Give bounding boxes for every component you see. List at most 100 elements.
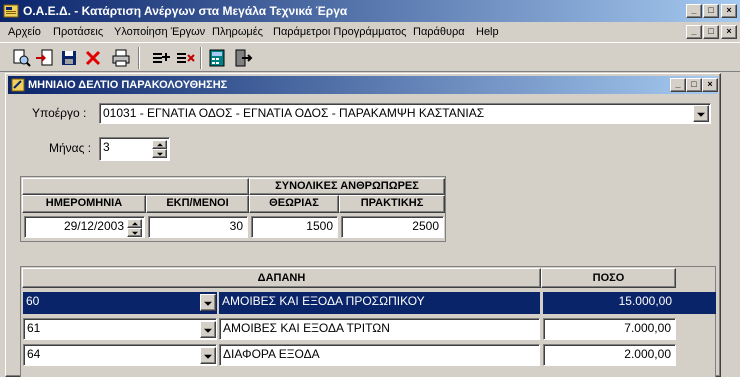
expense-description: ΑΜΟΙΒΕΣ ΚΑΙ ΕΞΟΔΑ ΤΡΙΤΩΝ (219, 318, 540, 340)
header-theory: ΘΕΩΡΙΑΣ (249, 195, 339, 213)
menu-file[interactable]: Αρχείο (8, 26, 41, 38)
form-icon (11, 78, 25, 92)
minimize-button[interactable]: _ (686, 4, 702, 18)
import-icon (36, 49, 53, 66)
app-icon (3, 4, 19, 18)
maximize-icon: □ (708, 5, 714, 15)
minimize-icon: _ (675, 79, 681, 89)
calculator-button[interactable] (206, 47, 228, 69)
menu-windows[interactable]: Παράθυρα (413, 26, 465, 38)
menu-parameters[interactable]: Παράμετροι Προγράμματος (273, 26, 406, 38)
exit-button[interactable] (232, 47, 254, 69)
expense-code-dropdown-button[interactable] (200, 294, 216, 311)
date-field[interactable]: 29/12/2003 (24, 216, 145, 238)
expense-amount[interactable]: 7.000,00 (543, 318, 676, 340)
header-date: ΗΜΕΡΟΜΗΝΙΑ (22, 195, 146, 213)
expense-code-combobox[interactable]: 61 (23, 318, 217, 340)
remove-record-button[interactable] (174, 47, 196, 69)
expense-code-combobox[interactable]: 64 (23, 344, 217, 366)
month-value: 3 (103, 140, 110, 154)
subproject-dropdown-button[interactable] (693, 105, 709, 122)
preview-button[interactable] (10, 47, 32, 69)
form-minimize-button[interactable]: _ (670, 78, 686, 92)
expense-code-dropdown-button[interactable] (200, 347, 216, 364)
month-up-button[interactable] (152, 140, 167, 149)
delete-button[interactable] (82, 47, 104, 69)
child-close-button[interactable]: × (721, 25, 737, 39)
expense-amount[interactable]: 2.000,00 (543, 344, 676, 366)
child-title-bar: ΜΗΝΙΑΙΟ ΔΕΛΤΙΟ ΠΑΡΑΚΟΛΟΥΘΗΣΗΣ _ □ × (8, 76, 718, 94)
menu-implementation[interactable]: Υλοποίηση Έργων (114, 26, 205, 38)
save-icon (62, 51, 76, 65)
practice-hours-field[interactable]: 2500 (341, 216, 444, 238)
chevron-down-icon (204, 328, 212, 333)
add-record-button[interactable] (150, 47, 172, 69)
chevron-up-icon (156, 142, 163, 146)
trainees-field[interactable]: 30 (148, 216, 248, 238)
minimize-icon: _ (691, 5, 697, 15)
header-practice: ΠΡΑΚΤΙΚΗΣ (339, 195, 445, 213)
expense-code-dropdown-button[interactable] (200, 321, 216, 338)
import-button[interactable] (34, 47, 56, 69)
monthly-report-window: ΜΗΝΙΑΙΟ ΔΕΛΤΙΟ ΠΑΡΑΚΟΛΟΥΘΗΣΗΣ _ □ × Υποέ… (5, 73, 721, 377)
theory-hours-field[interactable]: 1500 (251, 216, 338, 238)
chevron-down-icon (697, 112, 705, 117)
form-close-button[interactable]: × (702, 78, 718, 92)
print-button[interactable] (110, 47, 132, 69)
chevron-down-icon (131, 231, 138, 235)
expense-description: ΑΜΟΙΒΕΣ ΚΑΙ ΕΞΟΔΑ ΠΡΟΣΩΠΙΚΟΥ (219, 292, 540, 314)
chevron-down-icon (156, 152, 163, 156)
child-minimize-button[interactable]: _ (686, 25, 702, 39)
selected-row-highlight (676, 292, 716, 314)
menu-proposals[interactable]: Προτάσεις (53, 26, 103, 38)
header-amount: ΠΟΣΟ (541, 268, 676, 288)
date-value: 29/12/2003 (63, 219, 124, 233)
date-up-button[interactable] (127, 219, 142, 228)
subproject-combobox[interactable]: 01031 - ΕΓΝΑΤΙΑ ΟΔΟΣ - ΕΓΝΑΤΙΑ ΟΔΟΣ - ΠΑ… (99, 103, 711, 124)
close-icon: × (726, 5, 732, 15)
app-title-bar: Ο.Α.Ε.Δ. - Κατάρτιση Ανέργων στα Μεγάλα … (0, 0, 740, 22)
form-maximize-button[interactable]: □ (686, 78, 702, 92)
expense-code-combobox[interactable]: 60 (23, 292, 217, 314)
remove-record-icon (177, 53, 195, 63)
toolbar-separator (200, 47, 202, 69)
month-down-button[interactable] (152, 149, 167, 158)
maximize-button[interactable]: □ (703, 4, 719, 18)
expense-code: 60 (26, 294, 40, 308)
menu-help[interactable]: Help (476, 26, 499, 38)
month-spinner[interactable]: 3 (99, 137, 170, 161)
restore-icon: □ (708, 26, 714, 36)
expense-code: 61 (27, 321, 41, 335)
date-down-button[interactable] (127, 228, 142, 237)
minimize-icon: _ (691, 26, 697, 36)
hours-grid: ΣΥΝΟΛΙΚΕΣ ΑΝΘΡΩΠΩΡΕΣ ΗΜΕΡΟΜΗΝΙΑ ΕΚΠ/ΜΕΝΟ… (20, 176, 446, 242)
delete-icon (85, 50, 101, 66)
toolbar-separator (138, 47, 140, 69)
subproject-value: 01031 - ΕΓΝΑΤΙΑ ΟΔΟΣ - ΕΓΝΑΤΙΑ ΟΔΟΣ - ΠΑ… (103, 106, 485, 120)
save-button[interactable] (58, 47, 80, 69)
chevron-up-icon (131, 221, 138, 225)
print-icon (112, 49, 130, 67)
header-expense: ΔΑΠΑΝΗ (22, 268, 541, 288)
month-label: Μήνας : (49, 141, 92, 155)
expense-description: ΔΙΑΦΟΡΑ ΕΞΟΔΑ (219, 344, 540, 366)
header-trainees: ΕΚΠ/ΜΕΝΟΙ (146, 195, 249, 213)
child-restore-button[interactable]: □ (703, 25, 719, 39)
calculator-icon (209, 49, 225, 67)
subproject-label: Υποέργο : (32, 106, 87, 120)
close-button[interactable]: × (721, 4, 737, 18)
expenses-grid: ΔΑΠΑΝΗ ΠΟΣΟ 60 ΑΜΟΙΒΕΣ ΚΑΙ ΕΞΟΔΑ ΠΡΟΣΩΠΙ… (20, 266, 716, 377)
toolbar (0, 42, 740, 72)
preview-icon (13, 49, 31, 67)
chevron-down-icon (204, 301, 212, 306)
app-title: Ο.Α.Ε.Δ. - Κατάρτιση Ανέργων στα Μεγάλα … (23, 4, 348, 18)
header-blank (22, 178, 249, 195)
close-icon: × (707, 79, 713, 89)
maximize-icon: □ (691, 79, 697, 89)
exit-icon (235, 49, 253, 67)
expense-amount[interactable]: 15.000,00 (543, 292, 676, 314)
expense-code: 64 (27, 347, 41, 361)
menu-payments[interactable]: Πληρωμές (212, 26, 263, 38)
chevron-down-icon (204, 354, 212, 359)
close-icon: × (726, 26, 732, 36)
